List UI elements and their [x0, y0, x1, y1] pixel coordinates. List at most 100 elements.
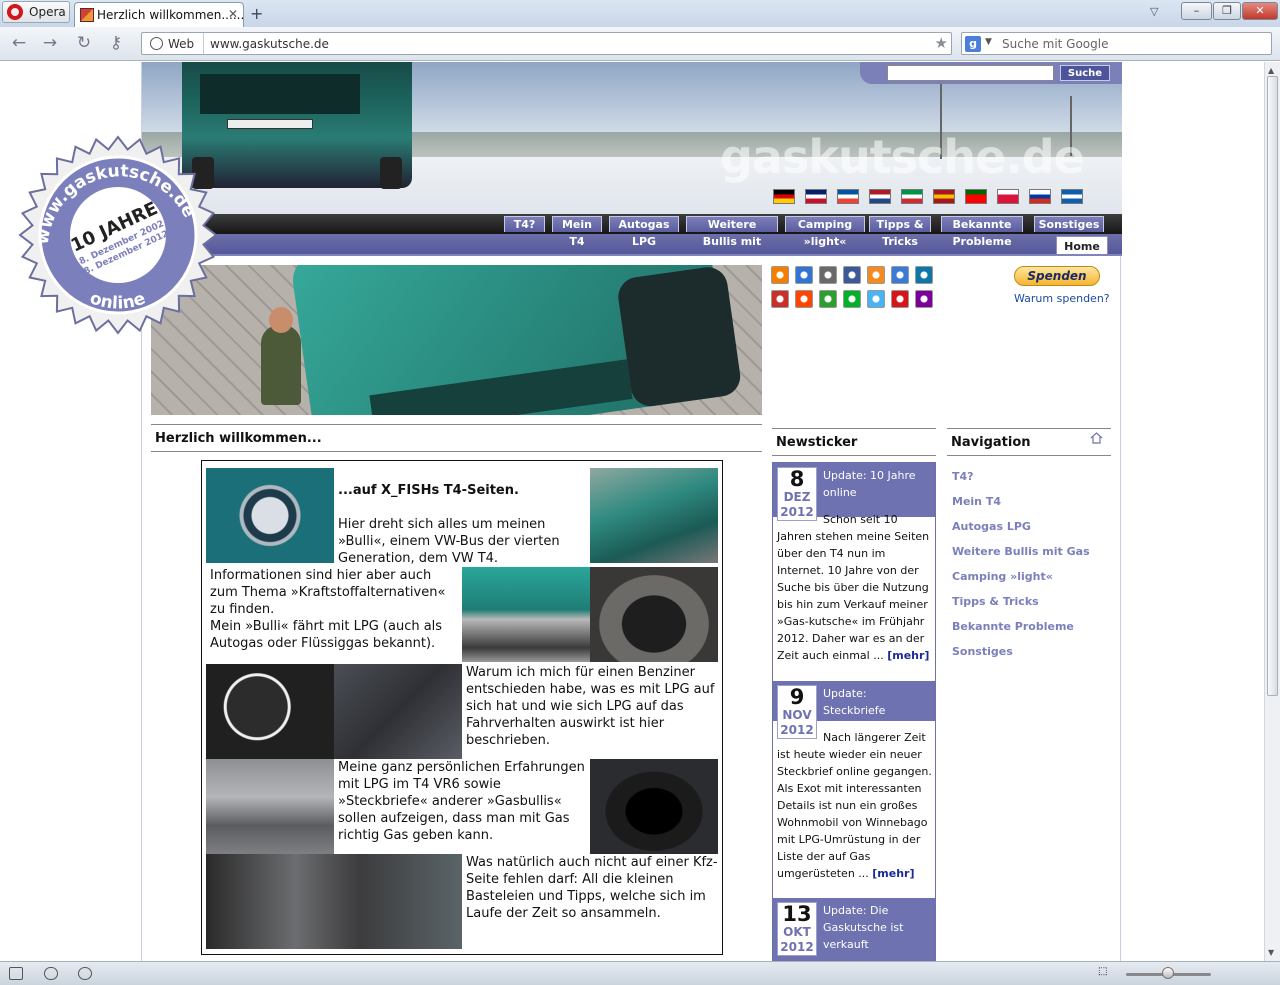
nav-link[interactable]: Weitere Bullis mit Gas — [952, 545, 1090, 558]
menu-item-label-bottom: »light« — [803, 235, 847, 248]
back-arrow-icon[interactable]: ← — [8, 33, 30, 53]
van-tire — [380, 157, 402, 189]
twitter-icon[interactable] — [867, 290, 885, 308]
news-title[interactable]: Update: Steckbriefe — [823, 685, 931, 719]
menu-item-7[interactable]: Bekannte Probleme — [941, 216, 1023, 254]
nav-link[interactable]: T4? — [952, 470, 974, 483]
nav-link[interactable]: Tipps & Tricks — [952, 595, 1039, 608]
uk-flag-icon[interactable] — [805, 189, 827, 204]
news-title[interactable]: Update: 10 Jahre online — [823, 467, 931, 501]
menu-item-4[interactable]: Weitere Bullis mit — [686, 216, 778, 254]
nav-link[interactable]: Sonstiges — [952, 645, 1013, 658]
tab-list-chevron-icon[interactable]: ▽ — [1150, 5, 1158, 18]
polish-flag-icon[interactable] — [997, 189, 1019, 204]
green-bus-photo — [590, 468, 718, 563]
home-icon[interactable] — [1090, 432, 1103, 444]
reload-icon[interactable]: ↻ — [73, 33, 95, 53]
site-search-button[interactable]: Suche — [1060, 65, 1110, 81]
nav-link[interactable]: Bekannte Probleme — [952, 620, 1074, 633]
key-icon[interactable]: ⚷ — [105, 33, 127, 53]
menu-item-label-top: Camping — [785, 216, 865, 232]
italian-flag-icon[interactable] — [901, 189, 923, 204]
greek-flag-icon[interactable] — [1061, 189, 1083, 204]
news-title[interactable]: Update: Die Gaskutsche ist verkauft — [823, 902, 931, 953]
close-window-button[interactable]: ✕ — [1242, 2, 1278, 20]
bus-rear-photo — [462, 567, 590, 662]
donate-button[interactable]: Spenden — [1014, 266, 1100, 286]
facebook-icon[interactable] — [843, 266, 861, 284]
anniversary-badge[interactable]: www.gaskutsche.de online 10 JAHRE 8. Dez… — [18, 135, 218, 335]
news-body: Schon seit 10 Jahren stehen meine Seiten… — [777, 511, 935, 676]
nav-link[interactable]: Autogas LPG — [952, 520, 1031, 533]
tab-close-icon[interactable]: ✕ — [228, 7, 238, 21]
site-frame: gaskutsche.de Suche T4? Mein T4 Autogas LPG W… — [141, 62, 1122, 961]
scrollbar-thumb[interactable] — [1267, 76, 1278, 696]
search-field[interactable]: g ▼ Suche mit Google — [961, 32, 1272, 55]
news-body: Nach längerer Zeit ist heute wieder ein … — [777, 729, 935, 906]
menu-item-1[interactable]: T4? — [504, 216, 545, 254]
vw-logo-photo — [206, 468, 334, 563]
menu-item-3[interactable]: Autogas LPG — [609, 216, 679, 254]
yahoo-icon[interactable] — [915, 290, 933, 308]
menu-item-2[interactable]: Mein T4 — [552, 216, 602, 254]
why-donate-link[interactable]: Warum spenden? — [1014, 292, 1110, 305]
intro-paragraph-3: Mein »Bulli« fährt mit LPG (auch als Aut… — [210, 619, 443, 651]
zoom-slider-knob[interactable] — [1162, 967, 1174, 979]
bookmark-star-icon[interactable]: ★ — [935, 34, 948, 52]
linkedin-icon[interactable] — [915, 266, 933, 284]
technorati-icon[interactable] — [843, 290, 861, 308]
turbo-icon[interactable] — [78, 967, 92, 980]
news-date: 13 OKT 2012 — [777, 902, 817, 956]
page-viewport: gaskutsche.de Suche T4? Mein T4 Autogas LPG W… — [0, 62, 1264, 961]
nav-link[interactable]: Mein T4 — [952, 495, 1001, 508]
url-text[interactable]: www.gaskutsche.de — [210, 37, 329, 51]
spanish-flag-icon[interactable] — [933, 189, 955, 204]
news-more-link[interactable]: [mehr] — [872, 867, 914, 880]
scroll-down-icon[interactable]: ▼ — [1268, 948, 1274, 957]
french-flag-icon[interactable] — [837, 189, 859, 204]
menu-item-label-top: Sonstiges — [1034, 216, 1104, 232]
view-icon[interactable]: ⬚ — [1098, 966, 1112, 979]
scroll-up-icon[interactable]: ▲ — [1268, 66, 1274, 75]
digg-icon[interactable] — [819, 266, 837, 284]
portuguese-flag-icon[interactable] — [965, 189, 987, 204]
blogger-icon[interactable] — [771, 266, 789, 284]
intro-paragraph-6: Was natürlich auch nicht auf einer Kfz-S… — [466, 855, 718, 921]
site-search-input[interactable] — [887, 65, 1054, 81]
russian-flag-icon[interactable] — [1029, 189, 1051, 204]
intro-paragraph-2: Informationen sind hier aber auch zum Th… — [210, 568, 446, 617]
stumbleupon-icon[interactable] — [819, 290, 837, 308]
german-flag-icon[interactable] — [773, 189, 795, 204]
menu-item-6[interactable]: Tipps & Tricks — [869, 216, 931, 254]
address-bar[interactable]: Web www.gaskutsche.de ★ — [141, 32, 952, 55]
tab-home[interactable]: Home — [1056, 236, 1108, 256]
panel-toggle-icon[interactable] — [9, 967, 23, 980]
menu-item-5[interactable]: Camping »light« — [785, 216, 865, 254]
dutch-flag-icon[interactable] — [869, 189, 891, 204]
reddit-icon[interactable] — [795, 290, 813, 308]
site-logo[interactable]: gaskutsche.de — [720, 130, 1085, 184]
intro-title: ...auf X_FISHs T4-Seiten. — [338, 483, 519, 498]
friendfeed-icon[interactable] — [867, 266, 885, 284]
search-placeholder[interactable]: Suche mit Google — [1002, 37, 1108, 51]
misterwong-icon[interactable] — [771, 290, 789, 308]
forward-arrow-icon[interactable]: → — [39, 33, 61, 53]
maximize-button[interactable]: ❐ — [1213, 2, 1241, 20]
new-tab-icon[interactable]: + — [250, 4, 263, 23]
google-icon[interactable]: g — [965, 36, 981, 52]
google-icon[interactable] — [891, 266, 909, 284]
globe-icon — [150, 37, 163, 50]
minimize-button[interactable]: – — [1181, 2, 1212, 20]
menu-item-label-top: Autogas — [609, 216, 679, 232]
opera-unite-icon[interactable] — [44, 967, 58, 980]
tab-title: Herzlich willkommen...... — [97, 8, 245, 22]
webnews-icon[interactable] — [891, 290, 909, 308]
tab-active[interactable]: Herzlich willkommen...... ✕ — [74, 2, 244, 27]
news-month: NOV — [782, 708, 812, 722]
opera-menu-button[interactable]: Opera — [2, 1, 70, 23]
nav-link[interactable]: Camping »light« — [952, 570, 1053, 583]
news-more-link[interactable]: [mehr] — [887, 649, 929, 662]
vertical-scrollbar[interactable]: ▲ ▼ — [1264, 62, 1280, 961]
delicious-icon[interactable] — [795, 266, 813, 284]
search-engine-dropdown-icon[interactable]: ▼ — [985, 37, 992, 47]
